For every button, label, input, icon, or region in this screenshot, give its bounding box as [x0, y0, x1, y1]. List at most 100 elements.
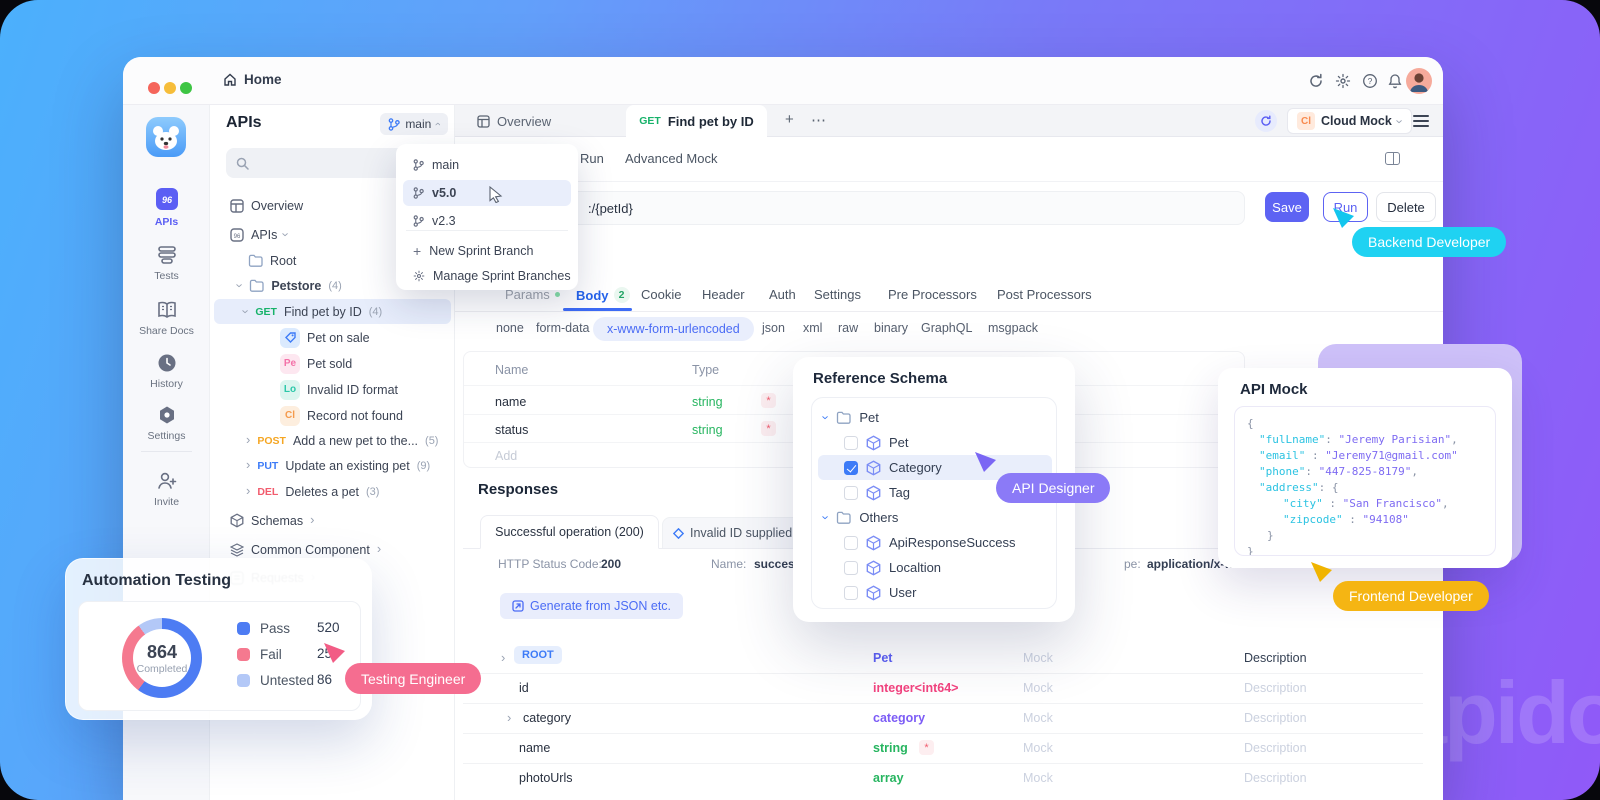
tab-body[interactable]: Body2: [576, 287, 630, 303]
body-type-binary[interactable]: binary: [874, 321, 908, 335]
new-sprint-branch-item[interactable]: + New Sprint Branch: [403, 238, 571, 264]
tab-pre-processors[interactable]: Pre Processors: [888, 287, 977, 302]
invite-person-icon: [123, 471, 210, 491]
split-panel-icon[interactable]: [1385, 152, 1400, 165]
param-type[interactable]: string: [692, 423, 723, 437]
schema-field[interactable]: category: [523, 711, 571, 725]
url-input[interactable]: :/{petId}: [463, 191, 1245, 225]
tree-item-pet-sold[interactable]: Pe Pet sold: [214, 351, 451, 376]
gear-icon[interactable]: [1335, 73, 1351, 89]
schema-mock[interactable]: Mock: [1023, 651, 1053, 665]
generate-from-json-button[interactable]: Generate from JSON etc.: [500, 593, 683, 619]
checkbox-unchecked[interactable]: [844, 586, 858, 600]
checkbox-unchecked[interactable]: [844, 486, 858, 500]
schema-desc: Description: [1244, 651, 1307, 665]
tree-item-pet-on-sale[interactable]: Pet on sale: [214, 325, 451, 350]
tab-post-processors[interactable]: Post Processors: [997, 287, 1092, 302]
schema-desc[interactable]: Description: [1244, 741, 1307, 755]
body-type-xml[interactable]: xml: [803, 321, 822, 335]
schema-field[interactable]: name: [519, 741, 550, 755]
branch-option-v5[interactable]: v5.0: [403, 180, 571, 206]
maximize-window-button[interactable]: [180, 82, 192, 94]
sync-icon[interactable]: [1255, 110, 1277, 132]
add-param-placeholder[interactable]: Add: [495, 449, 517, 463]
schema-desc[interactable]: Description: [1244, 681, 1307, 695]
branch-option-main[interactable]: main: [403, 152, 571, 178]
more-tabs-button[interactable]: ⋯: [811, 111, 827, 129]
schema-mock[interactable]: Mock: [1023, 681, 1053, 695]
schema-item-pet[interactable]: Pet: [818, 430, 1052, 455]
tab-cookie[interactable]: Cookie: [641, 287, 681, 302]
sidebar-item-settings[interactable]: Settings: [123, 405, 210, 442]
chevron-right-icon[interactable]: ›: [507, 710, 511, 725]
tree-item-update-existing-pet[interactable]: › PUT Update an existing pet (9): [214, 453, 451, 478]
user-avatar[interactable]: [1406, 68, 1432, 94]
menu-icon[interactable]: [1413, 115, 1429, 127]
tree-item-schemas[interactable]: Schemas ›: [214, 508, 451, 533]
chevron-right-icon[interactable]: ›: [501, 650, 505, 665]
subnav-run[interactable]: Run: [580, 151, 604, 166]
cube-icon: [866, 485, 881, 501]
tab-auth[interactable]: Auth: [769, 287, 796, 302]
tree-item-record-not-found[interactable]: Cl Record not found: [214, 403, 451, 428]
schema-desc[interactable]: Description: [1244, 711, 1307, 725]
sidebar-item-tests[interactable]: Tests: [123, 245, 210, 282]
tab-header[interactable]: Header: [702, 287, 745, 302]
tree-item-deletes-a-pet[interactable]: › DEL Deletes a pet (3): [214, 479, 451, 504]
sidebar-item-apis[interactable]: 96 APIs: [123, 187, 210, 228]
body-type-msgpack[interactable]: msgpack: [988, 321, 1038, 335]
tree-item-find-pet-by-id[interactable]: › GET Find pet by ID (4): [214, 299, 451, 324]
refresh-icon[interactable]: [1308, 73, 1324, 89]
branch-selector[interactable]: main ›: [380, 113, 448, 135]
schema-folder-pet[interactable]: › Pet: [818, 405, 1052, 430]
schema-field[interactable]: id: [519, 681, 529, 695]
checkbox-unchecked[interactable]: [844, 536, 858, 550]
body-type-form-data[interactable]: form-data: [536, 321, 590, 335]
schema-mock[interactable]: Mock: [1023, 771, 1053, 785]
body-type-graphql[interactable]: GraphQL: [921, 321, 972, 335]
branch-dropdown-menu: main v5.0 v2.3 + New Sprint Branch Manag…: [396, 144, 578, 290]
body-type-none[interactable]: none: [496, 321, 524, 335]
home-tab[interactable]: Home: [223, 72, 282, 87]
manage-sprint-branches-item[interactable]: Manage Sprint Branches: [403, 263, 571, 289]
schema-mock[interactable]: Mock: [1023, 741, 1053, 755]
project-logo-dog[interactable]: [146, 117, 186, 157]
save-button[interactable]: Save: [1265, 192, 1309, 222]
schema-field[interactable]: photoUrls: [519, 771, 573, 785]
body-type-x-www-form-urlencoded[interactable]: x-www-form-urlencoded: [593, 317, 754, 341]
schema-root-pill[interactable]: ROOT: [514, 646, 562, 664]
add-tab-button[interactable]: +: [785, 111, 794, 128]
schema-item-apiresponsesuccess[interactable]: ApiResponseSuccess: [818, 530, 1052, 555]
checkbox-checked[interactable]: [844, 461, 858, 475]
delete-button[interactable]: Delete: [1376, 192, 1436, 222]
schema-desc[interactable]: Description: [1244, 771, 1307, 785]
schema-item-localtion[interactable]: Localtion: [818, 555, 1052, 580]
checkbox-unchecked[interactable]: [844, 436, 858, 450]
help-icon[interactable]: ?: [1362, 73, 1378, 89]
environment-selector[interactable]: Cl Cloud Mock ›: [1287, 108, 1412, 134]
checkbox-unchecked[interactable]: [844, 561, 858, 575]
sidebar-item-history[interactable]: History: [123, 353, 210, 390]
subnav-advanced-mock[interactable]: Advanced Mock: [625, 151, 718, 166]
close-window-button[interactable]: [148, 82, 160, 94]
tab-settings[interactable]: Settings: [814, 287, 861, 302]
sidebar-item-invite[interactable]: Invite: [123, 471, 210, 508]
body-type-json[interactable]: json: [762, 321, 785, 335]
tab-find-pet-by-id[interactable]: GET Find pet by ID: [626, 105, 767, 137]
minimize-window-button[interactable]: [164, 82, 176, 94]
response-tab-success[interactable]: Successful operation (200): [480, 515, 659, 549]
http-status-value: 200: [601, 557, 621, 571]
param-name[interactable]: status: [495, 423, 528, 437]
schema-folder-others[interactable]: › Others: [818, 505, 1052, 530]
schema-mock[interactable]: Mock: [1023, 711, 1053, 725]
schema-item-user[interactable]: User: [818, 580, 1052, 605]
param-name[interactable]: name: [495, 395, 526, 409]
tree-item-invalid-id-format[interactable]: Lo Invalid ID format: [214, 377, 451, 402]
tree-item-add-new-pet[interactable]: › POST Add a new pet to the... (5): [214, 428, 451, 453]
background-gradient: apidog Home ? 96 APIs T: [0, 0, 1600, 800]
sidebar-item-share-docs[interactable]: Share Docs: [123, 300, 210, 337]
param-type[interactable]: string: [692, 395, 723, 409]
bell-icon[interactable]: [1387, 73, 1403, 89]
tab-overview[interactable]: Overview: [463, 105, 565, 137]
body-type-raw[interactable]: raw: [838, 321, 858, 335]
